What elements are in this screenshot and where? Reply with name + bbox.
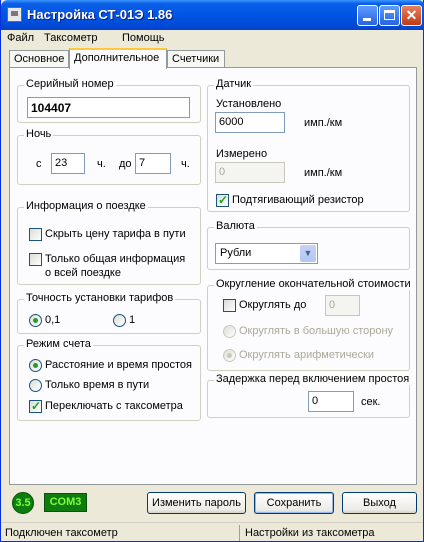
idle-delay-legend: Задержка перед включением простоя — [214, 373, 412, 385]
tab-additional[interactable]: Дополнительное — [69, 48, 167, 69]
night-to-label: до — [119, 158, 132, 170]
round-up-label: Округлять в большую сторону — [239, 325, 394, 337]
menu-bar: Файл Таксометр Помощь — [1, 30, 423, 48]
maximize-button[interactable] — [379, 5, 400, 26]
round-up-radio — [223, 325, 236, 338]
menu-help[interactable]: Помощь — [122, 32, 165, 44]
rounding-group: Округление окончательной стоимости Округ… — [207, 278, 413, 371]
change-password-button[interactable]: Изменить пароль — [147, 492, 246, 514]
sensor-legend: Датчик — [214, 78, 254, 90]
menu-taximeter[interactable]: Таксометр — [44, 32, 98, 44]
pullup-resistor-checkbox[interactable] — [216, 193, 229, 207]
total-only-checkbox[interactable] — [29, 253, 42, 266]
round-to-checkbox[interactable] — [223, 299, 236, 312]
minimize-icon — [363, 18, 371, 21]
tab-counters[interactable]: Счетчики — [167, 50, 225, 67]
exit-button[interactable]: Выход — [342, 492, 417, 514]
serial-group: Серийный номер 104407 — [17, 78, 201, 123]
tab-main[interactable]: Основное — [9, 50, 69, 67]
sensor-measured-unit: имп./км — [304, 167, 343, 179]
night-to-field[interactable]: 7 — [135, 153, 171, 174]
hide-fare-label: Скрыть цену тарифа в пути — [45, 228, 186, 240]
idle-delay-unit: сек. — [361, 396, 381, 408]
status-settings-source: Настройки из таксометра — [245, 527, 375, 539]
total-only-label-line2: о всей поездке — [45, 267, 121, 279]
title-bar[interactable]: Настройка СТ-01Э 1.86 ✕ — [1, 0, 424, 30]
close-button[interactable]: ✕ — [401, 5, 422, 26]
app-icon — [7, 7, 22, 22]
switch-from-taximeter-checkbox[interactable] — [29, 399, 42, 413]
rounding-legend: Округление окончательной стоимости — [214, 278, 413, 290]
round-arith-label: Округлять арифметически — [239, 349, 375, 361]
status-bar: Подключен таксометр Настройки из таксоме… — [1, 522, 423, 542]
night-group: Ночь с 23 ч. до 7 ч. — [17, 128, 201, 185]
precision-1-radio[interactable] — [113, 314, 126, 327]
night-hours-unit2: ч. — [181, 158, 190, 170]
tab-panel: Серийный номер 104407 Ночь с 23 ч. до 7 … — [9, 67, 417, 485]
currency-group: Валюта Рубли ▼ — [207, 220, 410, 270]
trip-info-legend: Информация о поездке — [24, 200, 148, 212]
port-badge: COM3 — [44, 493, 87, 512]
close-icon: ✕ — [405, 7, 418, 23]
trip-info-group: Информация о поездке Скрыть цену тарифа … — [17, 200, 201, 285]
night-from-label: с — [36, 158, 42, 170]
save-button[interactable]: Сохранить — [254, 492, 334, 514]
night-legend: Ночь — [24, 128, 54, 140]
maximize-icon — [384, 10, 395, 20]
sensor-set-label: Установлено — [216, 98, 282, 110]
settings-window: Настройка СТ-01Э 1.86 ✕ Файл Таксометр П… — [0, 0, 424, 542]
idle-delay-field[interactable]: 0 — [308, 391, 354, 412]
switch-from-taximeter-label: Переключать с таксометра — [45, 400, 183, 412]
currency-select[interactable]: Рубли ▼ — [215, 243, 318, 264]
round-arith-radio — [223, 349, 236, 362]
precision-legend: Точность установки тарифов — [24, 292, 176, 304]
precision-01-radio[interactable] — [29, 314, 42, 327]
serial-legend: Серийный номер — [24, 78, 116, 90]
distance-idle-label: Расстояние и время простоя — [45, 359, 193, 371]
version-badge: 3.5 — [12, 492, 34, 514]
round-to-label: Округлять до — [239, 299, 307, 311]
status-connection: Подключен таксометр — [5, 527, 118, 539]
currency-legend: Валюта — [214, 220, 257, 232]
count-mode-group: Режим счета Расстояние и время простоя Т… — [17, 338, 201, 421]
pullup-resistor-label: Подтягивающий резистор — [232, 194, 364, 206]
night-from-field[interactable]: 23 — [51, 153, 85, 174]
sensor-set-unit: имп./км — [304, 117, 343, 129]
status-separator — [239, 525, 240, 541]
sensor-measured-label: Измерено — [216, 148, 268, 160]
sensor-group: Датчик Установлено 6000 имп./км Измерено… — [207, 78, 410, 212]
chevron-down-icon[interactable]: ▼ — [300, 245, 316, 262]
count-mode-legend: Режим счета — [24, 338, 93, 350]
menu-file[interactable]: Файл — [7, 32, 34, 44]
total-only-label-line1: Только общая информация — [45, 253, 186, 265]
distance-idle-radio[interactable] — [29, 359, 42, 372]
precision-1-label: 1 — [129, 314, 136, 326]
hide-fare-checkbox[interactable] — [29, 228, 42, 241]
round-to-field: 0 — [325, 295, 360, 316]
minimize-button[interactable] — [357, 5, 378, 26]
night-hours-unit1: ч. — [97, 158, 106, 170]
currency-value: Рубли — [220, 247, 252, 259]
sensor-measured-field: 0 — [215, 162, 285, 183]
idle-delay-group: Задержка перед включением простоя 0 сек. — [207, 373, 412, 418]
window-title: Настройка СТ-01Э 1.86 — [27, 7, 173, 22]
time-only-label: Только время в пути — [45, 379, 150, 391]
sensor-set-field[interactable]: 6000 — [215, 112, 285, 133]
time-only-radio[interactable] — [29, 379, 42, 392]
precision-01-label: 0,1 — [45, 314, 61, 326]
serial-number-field[interactable]: 104407 — [27, 97, 190, 118]
precision-group: Точность установки тарифов 0,1 1 — [17, 292, 201, 334]
